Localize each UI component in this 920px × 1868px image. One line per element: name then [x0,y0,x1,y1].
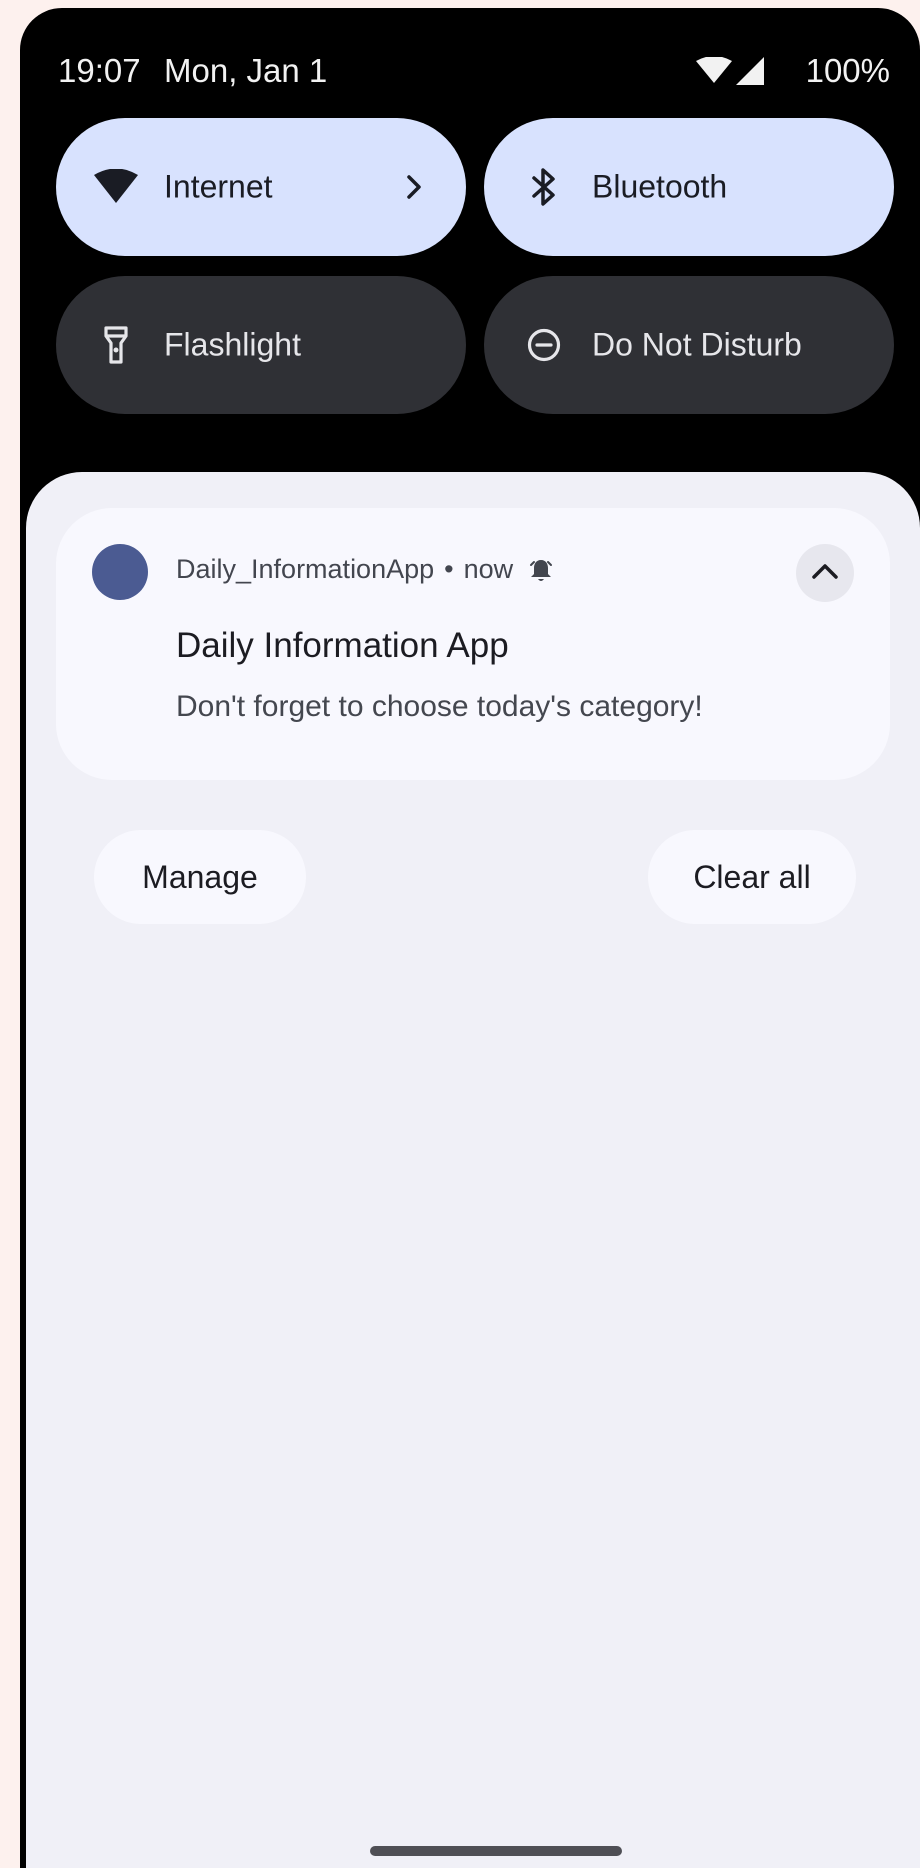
status-time: 19:07 [58,52,141,89]
do-not-disturb-icon [520,321,568,369]
phone-screen: 19:07 Mon, Jan 1 100% Internet Bluetooth [20,8,920,1868]
cellular-signal-icon [735,57,764,85]
status-date: Mon, Jan 1 [164,52,328,89]
notification-shade: Daily_InformationApp • now Daily Informa… [26,472,920,1868]
header-separator: • [444,554,454,584]
tile-bluetooth-label: Bluetooth [592,168,728,205]
notification-header: Daily_InformationApp • now [176,554,555,585]
chevron-right-icon [398,171,430,203]
notification-text: Don't forget to choose today's category! [176,690,703,723]
tile-flashlight-label: Flashlight [164,326,301,363]
notification-card[interactable]: Daily_InformationApp • now Daily Informa… [56,508,890,780]
notification-title: Daily Information App [176,626,509,665]
tile-internet[interactable]: Internet [56,118,466,256]
battery-percentage: 100% [805,52,890,89]
tile-flashlight[interactable]: Flashlight [56,276,466,414]
clear-all-button[interactable]: Clear all [648,830,856,924]
wifi-icon [92,163,140,211]
collapse-notification-button[interactable] [796,544,854,602]
tile-internet-label: Internet [164,168,273,205]
alert-bell-icon [527,556,555,584]
flashlight-icon [92,321,140,369]
manage-button[interactable]: Manage [94,830,306,924]
notification-app-name: Daily_InformationApp [176,554,435,584]
chevron-up-icon [811,562,839,585]
status-bar: 19:07 Mon, Jan 1 100% [20,44,920,96]
wifi-icon [695,57,732,85]
tile-do-not-disturb-label: Do Not Disturb [592,326,802,363]
home-indicator[interactable] [370,1846,622,1856]
notification-time: now [463,554,514,584]
app-icon [92,544,148,600]
tile-bluetooth[interactable]: Bluetooth [484,118,894,256]
bluetooth-icon [520,163,568,211]
status-icons: 100% [695,52,890,90]
tile-do-not-disturb[interactable]: Do Not Disturb [484,276,894,414]
